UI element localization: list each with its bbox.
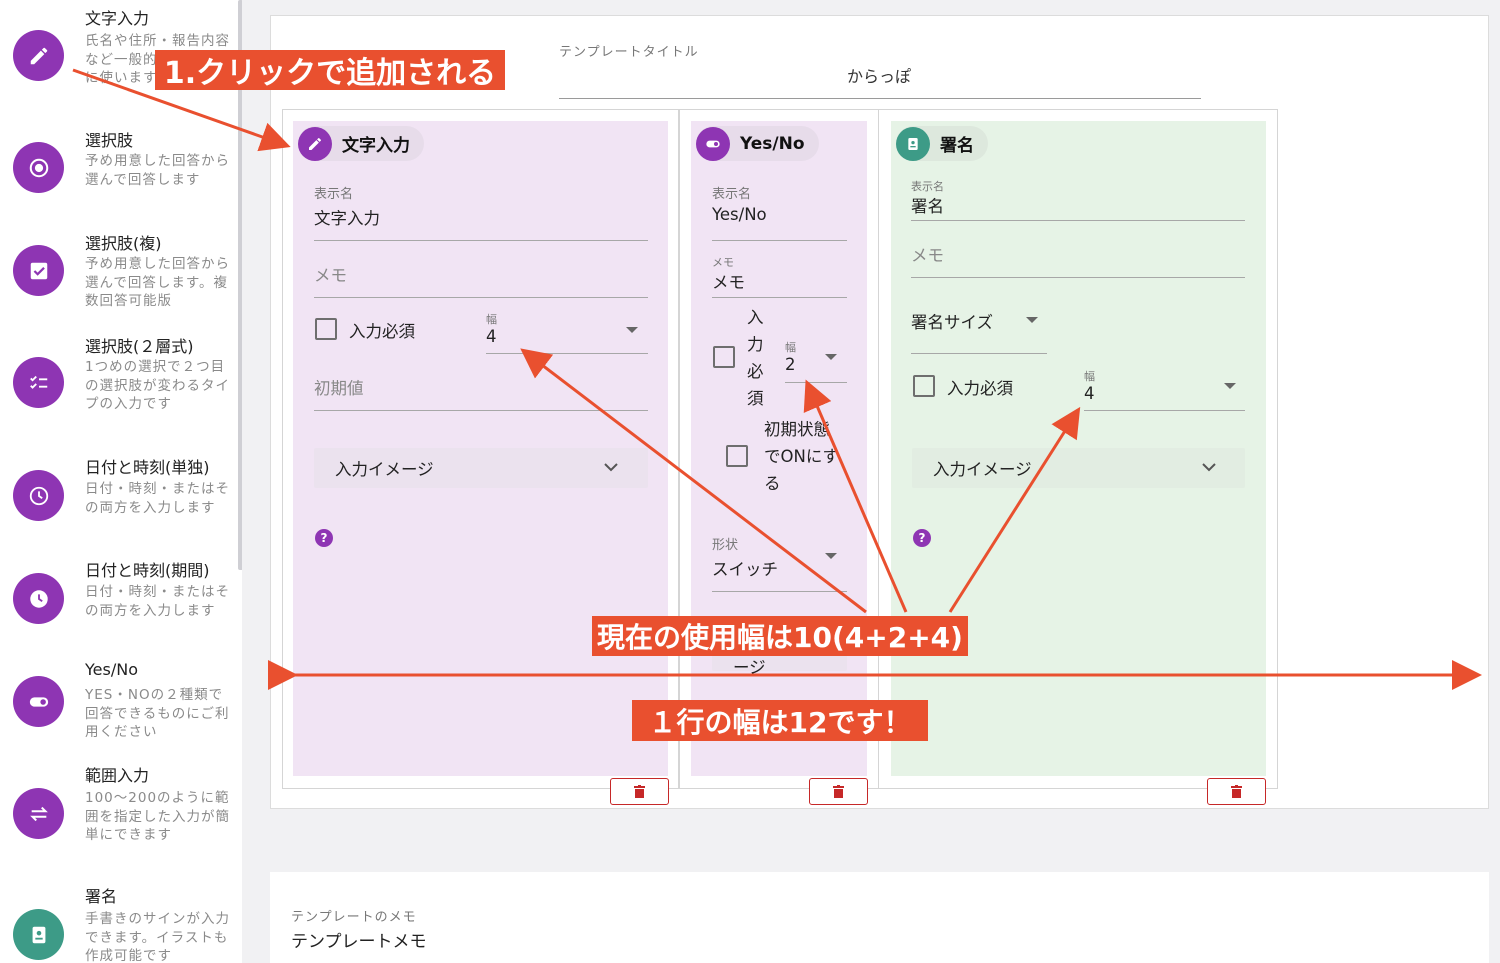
annotation-arrows xyxy=(72,68,1482,690)
annotation-used-width: 現在の使用幅は10(4+2+4) xyxy=(592,616,968,656)
arrow-width-signature xyxy=(948,406,1081,613)
arrow-width-text xyxy=(520,348,867,614)
annotation-click-add: 1.クリックで追加される xyxy=(155,50,505,91)
annotation-row-width: １行の幅は12です！ xyxy=(632,700,928,741)
